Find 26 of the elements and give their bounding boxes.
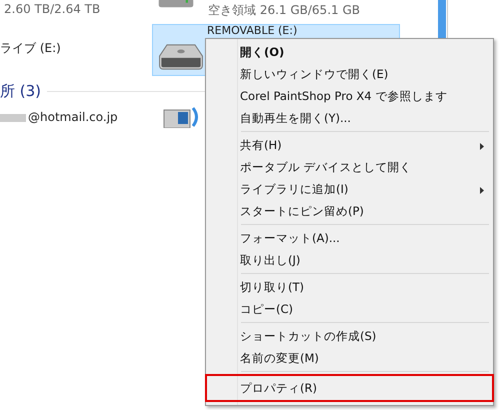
- menu-item[interactable]: 共有(H): [205, 134, 494, 156]
- menu-item[interactable]: 切り取り(T): [205, 276, 494, 298]
- submenu-arrow-icon: [480, 143, 484, 150]
- drive-icon: [157, 43, 205, 71]
- menu-item[interactable]: フォーマット(A)...: [205, 227, 494, 249]
- menu-item[interactable]: ショートカットの作成(S): [205, 325, 494, 347]
- menu-item[interactable]: ポータブル デバイスとして開く: [205, 156, 494, 178]
- menu-item[interactable]: 開く(O): [205, 41, 494, 63]
- blurred-text: [0, 114, 26, 122]
- account-text: @hotmail.co.jp: [28, 110, 118, 125]
- drive-title: REMOVABLE (E:): [207, 25, 298, 37]
- menu-item[interactable]: 自動再生を開く(Y)...: [205, 107, 494, 129]
- submenu-arrow-icon: [480, 187, 484, 194]
- menu-item[interactable]: 新しいウィンドウで開く(E): [205, 63, 494, 85]
- menu-item[interactable]: コピー(C): [205, 298, 494, 320]
- scrollbar[interactable]: [438, 0, 446, 40]
- menu-item[interactable]: 名前の変更(M): [205, 347, 494, 369]
- menu-item[interactable]: 取り出し(J): [205, 249, 494, 271]
- drive-label: ライブ (E:): [0, 40, 61, 57]
- menu-item[interactable]: ライブラリに追加(I): [205, 178, 494, 200]
- capacity-text: 2.60 TB/2.64 TB: [4, 2, 100, 16]
- menu-item[interactable]: スタートにピン留め(P): [205, 200, 494, 222]
- menu-item[interactable]: プロパティ(R): [205, 374, 494, 402]
- menu-item[interactable]: Corel PaintShop Pro X4 で参照します: [205, 85, 494, 107]
- free-space-text: 空き領域 26.1 GB/65.1 GB: [208, 2, 360, 19]
- section-heading: 所 (3): [0, 82, 42, 101]
